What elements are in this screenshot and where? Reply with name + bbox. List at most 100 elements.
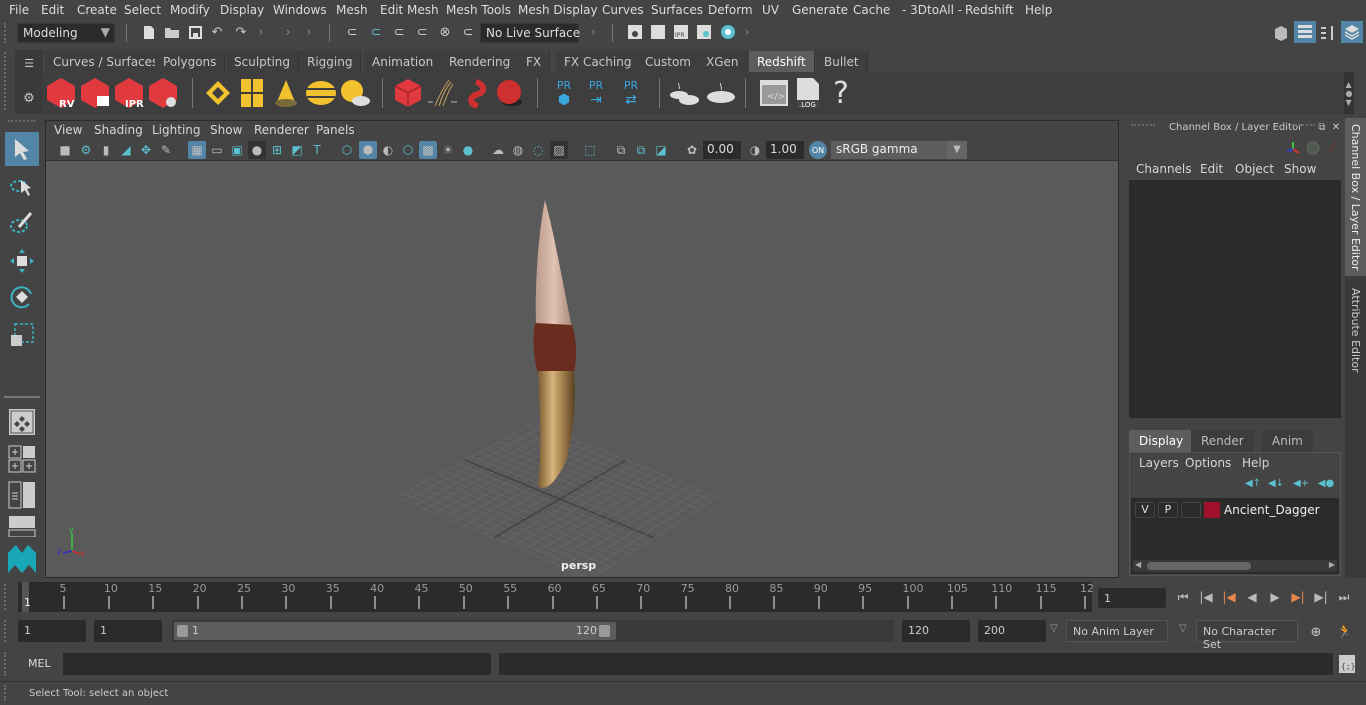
xray-icon[interactable]: ⬡ <box>399 141 417 159</box>
snap-surface-icon[interactable]: ⊂ <box>459 23 477 41</box>
camera-attributes-icon[interactable]: ⚙ <box>77 141 95 159</box>
textured-icon[interactable]: ▩ <box>419 141 437 159</box>
menu-cache[interactable]: Cache <box>853 3 890 17</box>
range-slider-track[interactable]: 1 120 <box>172 620 894 642</box>
rect-light-icon[interactable] <box>238 77 266 109</box>
playback-start-field[interactable]: 1 <box>94 620 162 642</box>
layer-menu-help[interactable]: Help <box>1242 456 1269 470</box>
snap-view-plane-icon[interactable]: ⊂ <box>413 23 431 41</box>
range-start-handle[interactable] <box>177 625 188 637</box>
color-management-toggle[interactable]: ON <box>809 141 827 159</box>
render-view-icon[interactable] <box>627 23 643 41</box>
render-settings-icon[interactable] <box>696 23 712 41</box>
shelf-tab-rendering[interactable]: Rendering <box>441 51 520 72</box>
bake-pie-icon[interactable] <box>704 77 738 109</box>
xray-active-icon[interactable]: ⧉ <box>632 141 650 159</box>
animation-start-field[interactable]: 1 <box>18 620 86 642</box>
current-frame-field[interactable]: 1 <box>1098 588 1166 608</box>
modeling-toolkit-icon[interactable] <box>1272 23 1290 43</box>
layer-menu-options[interactable]: Options <box>1185 456 1231 470</box>
depth-of-field-icon[interactable]: ▨ <box>550 141 568 159</box>
film-gate-icon[interactable]: ▭ <box>208 141 226 159</box>
shadows-icon[interactable]: ● <box>459 141 477 159</box>
exposure-field[interactable]: 0.00 <box>703 141 741 159</box>
sphere-material-icon[interactable] <box>494 77 526 109</box>
gamma-field[interactable]: 1.00 <box>766 141 804 159</box>
hypershade-icon[interactable] <box>719 23 737 41</box>
shelf-tab-fx[interactable]: FX <box>518 51 551 72</box>
range-end-handle[interactable] <box>599 625 610 637</box>
viewport-panel[interactable]: View Shading Lighting Show Renderer Pane… <box>45 120 1119 578</box>
auto-key-icon[interactable]: ⊕ <box>1306 622 1326 642</box>
hyperbolic-toggle-icon[interactable]: ⁄ <box>1325 140 1341 156</box>
move-tool[interactable] <box>5 244 39 278</box>
shelf-tab-sculpting[interactable]: Sculpting <box>226 51 300 72</box>
menu-display[interactable]: Display <box>220 3 264 17</box>
2d-pan-zoom-icon[interactable]: ✥ <box>137 141 155 159</box>
color-space-dropdown[interactable]: sRGB gamma ▼ <box>831 141 967 159</box>
scale-tool[interactable] <box>5 318 39 352</box>
viewport-menu-shading[interactable]: Shading <box>94 123 143 137</box>
xray-joints-icon[interactable]: ⧉ <box>612 141 630 159</box>
move-layer-up-icon[interactable]: ◀↑ <box>1245 476 1261 490</box>
viewport-menu-show[interactable]: Show <box>210 123 242 137</box>
manipulator-toggle-icon[interactable] <box>1285 140 1301 156</box>
lasso-tool[interactable] <box>5 170 39 204</box>
shelf-tab-redshift[interactable]: Redshift <box>749 51 815 72</box>
step-back-key-icon[interactable]: |◀ <box>1197 588 1215 606</box>
log-icon[interactable]: .LOG <box>793 76 823 110</box>
drag-grip[interactable] <box>1131 124 1155 130</box>
snap-point-icon[interactable]: ⊂ <box>390 23 408 41</box>
pr-import-icon[interactable]: PR ⇥ <box>582 75 610 111</box>
viewport-menu-panels[interactable]: Panels <box>316 123 355 137</box>
layer-color-swatch[interactable] <box>1204 502 1220 518</box>
animation-end-field[interactable]: 200 <box>978 620 1046 642</box>
grid-toggle-icon[interactable]: ▦ <box>188 141 206 159</box>
step-forward-key-icon[interactable]: ▶| <box>1312 588 1330 606</box>
rv-icon[interactable]: RV <box>45 76 77 110</box>
drag-grip[interactable] <box>4 685 8 701</box>
hair-icon[interactable] <box>426 77 460 109</box>
menu-edit[interactable]: Edit <box>41 3 64 17</box>
step-forward-frame-icon[interactable]: ▶| <box>1289 588 1307 606</box>
menu-help[interactable]: Help <box>1025 3 1052 17</box>
drag-grip[interactable] <box>1295 124 1315 130</box>
chevron-down-icon[interactable]: ▽ <box>1179 623 1187 634</box>
script-editor-icon[interactable]: </> <box>758 78 790 108</box>
tool-settings-icon[interactable] <box>1319 23 1337 43</box>
layer-row[interactable]: V P Ancient_Dagger <box>1131 500 1339 520</box>
chevron-down-icon[interactable]: ▽ <box>1050 623 1058 634</box>
menu-surfaces[interactable]: Surfaces <box>651 3 703 17</box>
snap-grid-icon[interactable]: ⊂ <box>343 23 361 41</box>
wireframe-on-shaded-icon[interactable]: ◐ <box>379 141 397 159</box>
shelf-scroll[interactable]: ▲ ● ▼ <box>1344 72 1354 114</box>
menu-curves[interactable]: Curves <box>602 3 644 17</box>
use-all-lights-icon[interactable]: ☀ <box>439 141 457 159</box>
ipr-render-icon[interactable]: IPR <box>673 23 689 41</box>
collapse-arrow-icon[interactable]: › <box>588 23 598 41</box>
float-panel-icon[interactable]: ⧉ <box>1316 121 1328 133</box>
collapse-arrow-icon[interactable]: › <box>283 23 293 41</box>
menu-windows[interactable]: Windows <box>273 3 327 17</box>
select-camera-icon[interactable]: ■ <box>56 141 74 159</box>
anim-layer-dropdown[interactable]: No Anim Layer <box>1066 620 1168 642</box>
scroll-right-icon[interactable]: ▶ <box>1329 560 1335 569</box>
layer-horizontal-scrollbar[interactable]: ◀ ▶ <box>1133 560 1337 572</box>
drag-grip[interactable] <box>8 120 36 122</box>
viewport-menu-view[interactable]: View <box>54 123 82 137</box>
ambient-occlusion-icon[interactable]: ☁ <box>489 141 507 159</box>
menu-mesh-tools[interactable]: Mesh Tools <box>446 3 511 17</box>
new-scene-icon[interactable] <box>140 23 158 41</box>
collapse-arrow-icon[interactable]: › <box>304 23 314 41</box>
close-panel-icon[interactable]: ✕ <box>1330 121 1342 133</box>
menu-modify[interactable]: Modify <box>170 3 210 17</box>
menu-mesh-display[interactable]: Mesh Display <box>518 3 598 17</box>
side-tab-channel-box[interactable]: Channel Box / Layer Editor <box>1345 118 1366 276</box>
menu-file[interactable]: File <box>9 3 29 17</box>
shelf-tab-rigging[interactable]: Rigging <box>299 51 362 72</box>
drag-grip[interactable] <box>4 652 8 676</box>
isolate-select-icon[interactable]: ⬚ <box>581 141 599 159</box>
render-sequence-icon[interactable] <box>79 76 111 110</box>
dome-light-icon[interactable] <box>304 77 338 109</box>
layer-tab-anim[interactable]: Anim <box>1262 430 1313 452</box>
